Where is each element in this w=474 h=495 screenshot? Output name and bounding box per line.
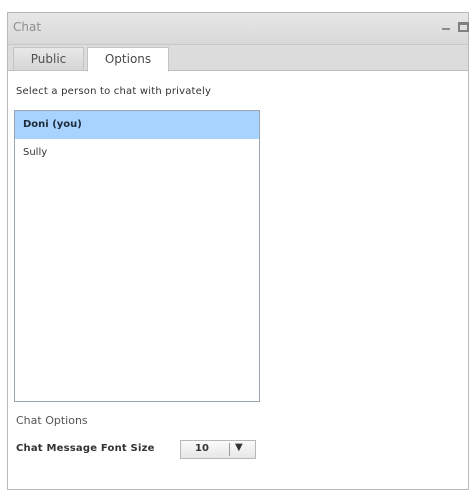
chevron-down-icon[interactable]: ▼ [235,442,243,453]
maximize-icon[interactable] [458,22,469,32]
font-size-value: 10 [195,443,209,454]
list-item-doni[interactable]: Doni (you) [15,111,259,139]
person-select-prompt: Select a person to chat with privately [16,86,212,97]
tab-public[interactable]: Public [13,47,84,71]
person-list[interactable]: Doni (you) Sully [14,110,260,402]
chat-panel: Chat Public Options Select a person to c… [7,12,469,490]
window-title: Chat [13,20,42,34]
titlebar: Chat [8,13,469,45]
minimize-icon[interactable] [442,22,452,32]
list-item-sully[interactable]: Sully [15,139,259,167]
chat-options-heading: Chat Options [16,414,88,427]
font-size-label: Chat Message Font Size [16,443,155,454]
font-size-dropdown[interactable]: 10 ▼ [180,440,256,459]
tab-options[interactable]: Options [87,47,169,72]
dropdown-divider [229,443,230,456]
tab-bar: Public Options [8,45,468,72]
